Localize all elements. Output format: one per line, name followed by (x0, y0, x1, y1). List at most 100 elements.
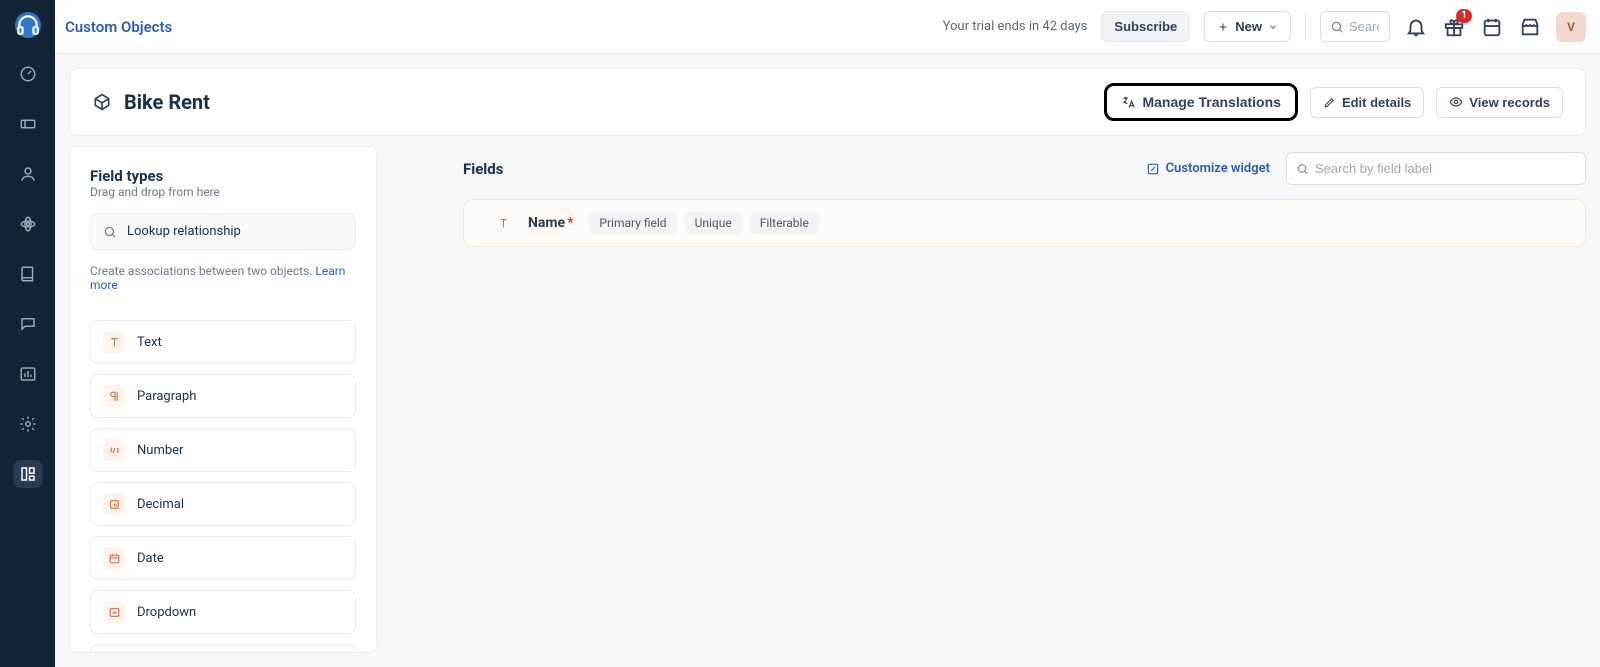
view-records-button[interactable]: View records (1436, 87, 1563, 118)
text-icon (103, 331, 125, 353)
field-tag: Unique (685, 212, 742, 234)
nav-contacts[interactable] (14, 160, 42, 188)
page-title: Bike Rent (124, 90, 210, 114)
layout-icon (19, 465, 37, 483)
fields-heading: Fields (463, 160, 503, 178)
gear-icon (19, 415, 37, 433)
chevron-down-icon (1268, 22, 1278, 32)
field-type-label: Number (137, 443, 183, 458)
eye-icon (1449, 95, 1463, 109)
calendar-icon-button[interactable] (1480, 15, 1504, 39)
gift-badge: 1 (1456, 9, 1472, 23)
atom-icon (19, 215, 37, 233)
lookup-relationship-tile[interactable]: Lookup relationship (90, 213, 356, 250)
nav-knowledge[interactable] (14, 260, 42, 288)
nav-dashboard[interactable] (14, 60, 42, 88)
avatar[interactable]: V (1556, 12, 1586, 42)
view-records-label: View records (1469, 95, 1550, 110)
field-type-number[interactable]: Number (90, 428, 356, 472)
main-column: Custom Objects Your trial ends in 42 day… (55, 0, 1600, 667)
notifications-icon[interactable] (1404, 15, 1428, 39)
customize-widget-label: Customize widget (1166, 161, 1270, 176)
fields-area: Fields Customize widget (463, 146, 1586, 653)
required-star: * (567, 215, 573, 231)
new-button[interactable]: New (1204, 11, 1291, 42)
field-type-list: Text Paragraph Number Decimal Date Dropdown Ch… (90, 320, 356, 653)
search-icon (103, 225, 117, 239)
nav-settings[interactable] (14, 410, 42, 438)
book-icon (19, 265, 37, 283)
lookup-label: Lookup relationship (127, 224, 241, 239)
user-icon (19, 165, 37, 183)
field-search[interactable] (1286, 152, 1586, 185)
nav-automation[interactable] (14, 210, 42, 238)
manage-translations-button[interactable]: Manage Translations (1104, 83, 1297, 121)
edit-details-button[interactable]: Edit details (1310, 87, 1424, 118)
new-button-label: New (1235, 19, 1262, 34)
number-icon (103, 439, 125, 461)
object-icon (92, 92, 112, 112)
divider (1305, 14, 1306, 40)
nav-reports[interactable] (14, 360, 42, 388)
primary-field-name: Name (528, 215, 565, 231)
field-search-input[interactable] (1286, 152, 1586, 185)
edit-box-icon (1146, 162, 1160, 176)
nav-chat[interactable] (14, 310, 42, 338)
breadcrumb[interactable]: Custom Objects (65, 18, 172, 36)
field-type-date[interactable]: Date (90, 536, 356, 580)
search-icon (1330, 20, 1344, 34)
paragraph-icon (103, 385, 125, 407)
bell-icon (1405, 16, 1427, 38)
subscribe-button[interactable]: Subscribe (1101, 11, 1190, 42)
nav-tickets[interactable] (14, 110, 42, 138)
content: Field types Drag and drop from here Look… (69, 146, 1586, 653)
field-type-checkbox[interactable]: Checkbox (90, 644, 356, 653)
page-header: Bike Rent Manage Translations Edit detai… (69, 68, 1586, 136)
field-type-decimal[interactable]: Decimal (90, 482, 356, 526)
primary-field-row[interactable]: Name* Primary field Unique Filterable (463, 199, 1586, 247)
field-types-heading: Field types (90, 167, 356, 185)
store-icon (1519, 16, 1541, 38)
field-type-dropdown[interactable]: Dropdown (90, 590, 356, 634)
fields-head: Fields Customize widget (463, 152, 1586, 185)
customize-widget-link[interactable]: Customize widget (1146, 161, 1270, 176)
field-tag: Filterable (750, 212, 819, 234)
field-types-subheading: Drag and drop from here (90, 185, 356, 199)
field-types-panel: Field types Drag and drop from here Look… (69, 146, 377, 653)
marketplace-icon-button[interactable] (1518, 15, 1542, 39)
dropdown-icon (103, 601, 125, 623)
trial-message: Your trial ends in 42 days (943, 19, 1088, 34)
primary-field-tags: Primary field Unique Filterable (589, 212, 818, 234)
headphones-icon (15, 12, 41, 38)
search-icon (1296, 162, 1309, 175)
field-type-label: Date (137, 551, 164, 566)
edit-details-label: Edit details (1342, 95, 1411, 110)
topbar: Custom Objects Your trial ends in 42 day… (55, 0, 1600, 54)
field-type-label: Text (137, 335, 162, 350)
field-type-text[interactable]: Text (90, 320, 356, 364)
translate-icon (1121, 95, 1136, 110)
ticket-icon (19, 115, 37, 133)
side-rail (0, 0, 55, 667)
manage-translations-label: Manage Translations (1142, 94, 1280, 110)
field-tag: Primary field (589, 212, 676, 234)
decimal-icon (103, 493, 125, 515)
app-logo[interactable] (15, 12, 41, 38)
chat-icon (19, 315, 37, 333)
calendar-icon (1481, 16, 1503, 38)
page: Bike Rent Manage Translations Edit detai… (55, 54, 1600, 667)
nav-custom-objects[interactable] (14, 460, 42, 488)
lookup-hint: Create associations between two objects.… (90, 264, 356, 292)
date-icon (103, 547, 125, 569)
chart-icon (19, 365, 37, 383)
gauge-icon (19, 65, 37, 83)
field-type-label: Decimal (137, 497, 184, 512)
plus-icon (1217, 21, 1229, 33)
pencil-icon (1323, 96, 1336, 109)
field-type-label: Paragraph (137, 389, 196, 404)
field-type-paragraph[interactable]: Paragraph (90, 374, 356, 418)
text-icon (494, 214, 512, 232)
global-search[interactable] (1320, 11, 1390, 42)
gift-icon-button[interactable]: 1 (1442, 15, 1466, 39)
field-type-label: Dropdown (137, 605, 196, 620)
